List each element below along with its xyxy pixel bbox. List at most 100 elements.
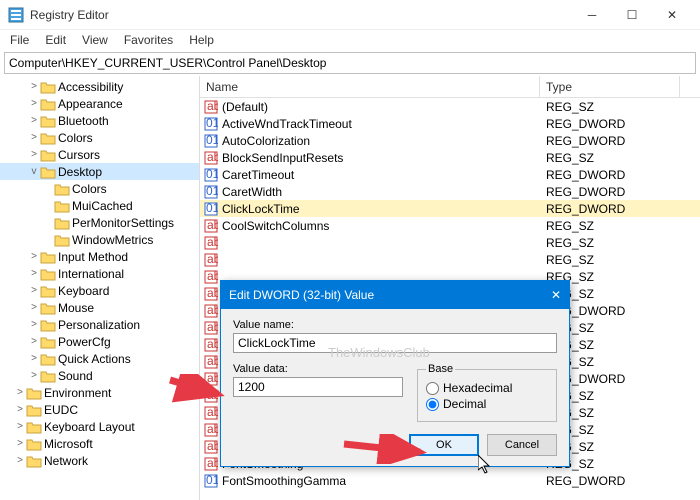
list-row[interactable]: ab(Default)REG_SZ (200, 98, 700, 115)
tree-item-input-method[interactable]: > Input Method (0, 248, 199, 265)
menu-favorites[interactable]: Favorites (118, 31, 179, 49)
list-row[interactable]: 011FontSmoothingGammaREG_DWORD (200, 472, 700, 489)
value-type: REG_DWORD (540, 117, 680, 131)
expand-toggle-icon[interactable]: > (28, 353, 40, 364)
list-row[interactable]: 011CaretWidthREG_DWORD (200, 183, 700, 200)
tree-item-windowmetrics[interactable]: WindowMetrics (0, 231, 199, 248)
value-type: REG_SZ (540, 100, 680, 114)
list-row[interactable]: abREG_SZ (200, 251, 700, 268)
tree-item-personalization[interactable]: > Personalization (0, 316, 199, 333)
menu-file[interactable]: File (4, 31, 35, 49)
expand-toggle-icon[interactable]: > (14, 421, 26, 432)
tree-item-permonitorsettings[interactable]: PerMonitorSettings (0, 214, 199, 231)
expand-toggle-icon[interactable]: > (28, 302, 40, 313)
tree-item-desktop[interactable]: vDesktop (0, 163, 199, 180)
cancel-button[interactable]: Cancel (487, 434, 557, 456)
tree-item-mouse[interactable]: >Mouse (0, 299, 199, 316)
valuedata-label: Value data: (233, 363, 403, 375)
titlebar: Registry Editor ─ ☐ ✕ (0, 0, 700, 30)
expand-toggle-icon[interactable]: > (28, 251, 40, 262)
dialog-titlebar[interactable]: Edit DWORD (32-bit) Value ✕ (221, 281, 569, 309)
expand-toggle-icon[interactable]: > (14, 455, 26, 466)
svg-text:ab: ab (207, 406, 218, 419)
menu-view[interactable]: View (76, 31, 114, 49)
tree-label: Accessibility (58, 80, 123, 94)
tree-item-network[interactable]: >Network (0, 452, 199, 469)
expand-toggle-icon[interactable]: > (28, 285, 40, 296)
tree-item-microsoft[interactable]: > Microsoft (0, 435, 199, 452)
dialog-close-icon[interactable]: ✕ (551, 288, 561, 302)
expand-toggle-icon[interactable]: > (28, 370, 40, 381)
window-title: Registry Editor (30, 8, 572, 22)
tree-label: Personalization (58, 318, 140, 332)
svg-text:ab: ab (207, 236, 218, 249)
radio-dec[interactable]: Decimal (426, 397, 548, 411)
expand-toggle-icon[interactable]: v (28, 166, 40, 177)
value-type: REG_DWORD (540, 168, 680, 182)
menu-help[interactable]: Help (183, 31, 220, 49)
tree-item-environment[interactable]: >Environment (0, 384, 199, 401)
tree-item-muicached[interactable]: MuiCached (0, 197, 199, 214)
expand-toggle-icon[interactable]: > (14, 387, 26, 398)
expand-toggle-icon[interactable]: > (28, 132, 40, 143)
list-row[interactable]: 011ActiveWndTrackTimeoutREG_DWORD (200, 115, 700, 132)
expand-toggle-icon[interactable]: > (28, 98, 40, 109)
expand-toggle-icon[interactable]: > (28, 149, 40, 160)
valuename-input[interactable] (233, 333, 557, 353)
menu-edit[interactable]: Edit (39, 31, 72, 49)
list-row[interactable]: 011CaretTimeoutREG_DWORD (200, 166, 700, 183)
expand-toggle-icon[interactable]: > (14, 438, 26, 449)
tree-item-quick-actions[interactable]: >Quick Actions (0, 350, 199, 367)
tree-item-cursors[interactable]: >Cursors (0, 146, 199, 163)
tree-pane[interactable]: >Accessibility>Appearance>Bluetooth>Colo… (0, 76, 200, 500)
value-name: ClickLockTime (222, 202, 300, 216)
maximize-button[interactable]: ☐ (612, 0, 652, 30)
radio-hex[interactable]: Hexadecimal (426, 381, 548, 395)
svg-text:ab: ab (207, 151, 218, 164)
radio-dec-input[interactable] (426, 398, 439, 411)
tree-item-keyboard[interactable]: >Keyboard (0, 282, 199, 299)
svg-text:011: 011 (206, 134, 218, 147)
svg-text:011: 011 (206, 168, 218, 181)
base-legend: Base (426, 363, 455, 375)
value-type: REG_DWORD (540, 185, 680, 199)
tree-item-powercfg[interactable]: >PowerCfg (0, 333, 199, 350)
list-row[interactable]: 011AutoColorizationREG_DWORD (200, 132, 700, 149)
tree-item-bluetooth[interactable]: >Bluetooth (0, 112, 199, 129)
tree-item-colors[interactable]: Colors (0, 180, 199, 197)
list-row[interactable]: abREG_SZ (200, 234, 700, 251)
expand-toggle-icon[interactable]: > (28, 319, 40, 330)
expand-toggle-icon[interactable]: > (28, 115, 40, 126)
list-row[interactable]: abCoolSwitchColumnsREG_SZ (200, 217, 700, 234)
minimize-button[interactable]: ─ (572, 0, 612, 30)
tree-label: Input Method (58, 250, 128, 264)
svg-text:ab: ab (207, 338, 218, 351)
col-name[interactable]: Name (200, 76, 540, 97)
close-button[interactable]: ✕ (652, 0, 692, 30)
value-type: REG_DWORD (540, 474, 680, 488)
tree-item-sound[interactable]: >Sound (0, 367, 199, 384)
ok-button[interactable]: OK (409, 434, 479, 456)
expand-toggle-icon[interactable]: > (14, 404, 26, 415)
base-group: Base Hexadecimal Decimal (417, 363, 557, 422)
tree-item-eudc[interactable]: >EUDC (0, 401, 199, 418)
svg-text:ab: ab (207, 389, 218, 402)
valuename-label: Value name: (233, 319, 557, 331)
svg-text:011: 011 (206, 117, 218, 130)
list-row[interactable]: abBlockSendInputResetsREG_SZ (200, 149, 700, 166)
tree-item-appearance[interactable]: >Appearance (0, 95, 199, 112)
tree-item-colors[interactable]: >Colors (0, 129, 199, 146)
tree-item-accessibility[interactable]: > Accessibility (0, 78, 199, 95)
expand-toggle-icon[interactable]: > (28, 336, 40, 347)
tree-item-international[interactable]: >International (0, 265, 199, 282)
list-row[interactable]: 011ClickLockTimeREG_DWORD (200, 200, 700, 217)
tree-label: Microsoft (44, 437, 93, 451)
svg-text:ab: ab (207, 304, 218, 317)
address-bar[interactable]: Computer\HKEY_CURRENT_USER\Control Panel… (4, 52, 696, 74)
expand-toggle-icon[interactable]: > (28, 81, 40, 92)
valuedata-input[interactable] (233, 377, 403, 397)
radio-hex-input[interactable] (426, 382, 439, 395)
expand-toggle-icon[interactable]: > (28, 268, 40, 279)
col-type[interactable]: Type (540, 76, 680, 97)
tree-item-keyboard-layout[interactable]: >Keyboard Layout (0, 418, 199, 435)
